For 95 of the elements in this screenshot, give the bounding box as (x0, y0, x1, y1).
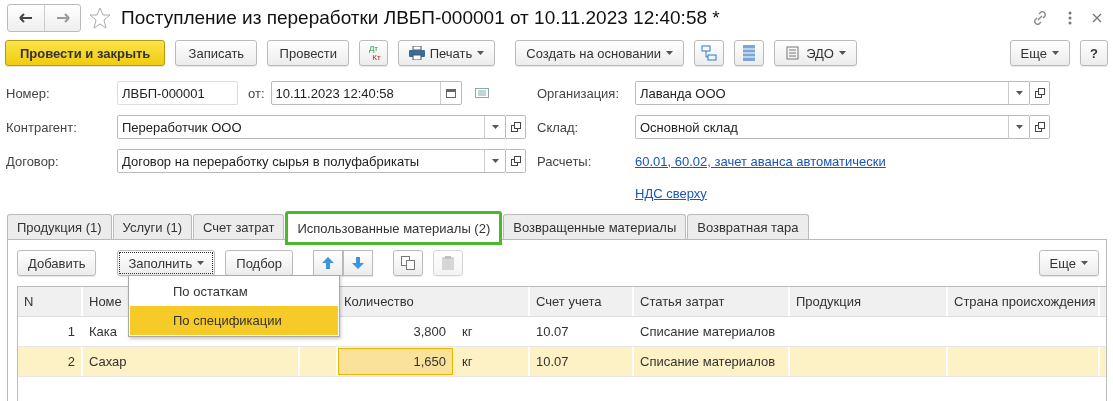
post-and-close-button[interactable]: Провести и закрыть (5, 40, 166, 66)
dtkt-button[interactable]: Дт Кт (359, 40, 388, 66)
tab[interactable]: Счет затрат (193, 214, 285, 239)
column-header[interactable]: Статья затрат (640, 294, 725, 309)
open-button[interactable] (1030, 81, 1050, 105)
more-button[interactable]: Еще (1009, 40, 1070, 66)
open-window-icon (510, 156, 521, 166)
open-window-icon (510, 122, 521, 132)
column-header[interactable]: Страна происхождения (954, 294, 1096, 309)
more-button[interactable]: Еще (1038, 250, 1099, 276)
table-cell: 10.07 (536, 324, 569, 339)
organization-field[interactable]: Лаванда ООО (635, 81, 1030, 105)
save-button[interactable]: Записать (175, 40, 258, 66)
table-cell-text: 3,800 (412, 323, 447, 341)
caret-icon (491, 125, 499, 129)
printer-icon (408, 46, 425, 60)
copy-icon (401, 256, 416, 270)
down-arrow-icon (352, 257, 365, 269)
field-label: Контрагент: (6, 119, 78, 135)
caret-icon (838, 51, 846, 55)
table-cell: 2 (67, 354, 75, 369)
warehouse-field[interactable]: Основной склад (635, 115, 1030, 139)
table-cell: кг (462, 354, 473, 369)
table-cell: Списание материалов (640, 324, 776, 339)
link-icon[interactable] (1032, 10, 1048, 26)
tab[interactable]: Использованные материалы (2) (285, 211, 503, 245)
column-header[interactable]: N (24, 294, 34, 309)
table-cell: Кака (89, 324, 117, 339)
counterparty-field[interactable]: Переработчик ООО (117, 115, 506, 139)
caret-icon (1015, 125, 1023, 129)
comment-icon[interactable] (474, 88, 489, 98)
field-label: Склад: (537, 119, 580, 135)
open-button[interactable] (506, 115, 526, 139)
table-cell: Списание материалов (640, 354, 776, 369)
column-header[interactable]: Продукция (796, 294, 862, 309)
open-button[interactable] (1030, 115, 1050, 139)
tab[interactable]: Возвратная тара (687, 214, 809, 239)
list-icon (743, 45, 756, 61)
caret-icon (1052, 51, 1059, 55)
field-label: от: (248, 85, 265, 101)
column-header[interactable]: Счет учета (536, 294, 602, 309)
help-button[interactable]: ? (1080, 40, 1108, 66)
document-icon (785, 46, 802, 60)
contract-field[interactable]: Договор на переработку сырья в полуфабрикаты (117, 149, 506, 173)
up-arrow-icon (322, 257, 335, 269)
date-field[interactable]: 10.11.2023 12:40:58 (270, 81, 462, 105)
more-icon[interactable] (1068, 11, 1072, 25)
caret-icon (666, 51, 674, 55)
post-button[interactable]: Провести (267, 40, 350, 66)
caret-icon (491, 159, 499, 163)
pick-button[interactable]: Подбор (225, 250, 294, 276)
copy-button[interactable] (393, 250, 424, 276)
left-arrow-icon (19, 13, 33, 23)
create-based-on-button[interactable]: Создать на основании (515, 40, 685, 66)
move-down-button[interactable] (343, 250, 374, 276)
field-label: Договор: (6, 153, 60, 169)
open-window-icon (1034, 88, 1045, 98)
table-cell: Сахар (89, 354, 127, 369)
tab[interactable]: Услуги (1) (112, 214, 193, 239)
vat-link[interactable]: НДС сверху (635, 185, 707, 201)
open-button[interactable] (506, 149, 526, 173)
menu-item[interactable]: По остаткам (130, 277, 338, 306)
caret-icon (1081, 261, 1088, 265)
field-label: Номер: (6, 85, 51, 101)
column-header[interactable]: Номе (89, 294, 122, 309)
field-label: Расчеты: (537, 153, 593, 169)
table-row[interactable]: 2 Сахар 1,650 кг 10.07 Списание материалов (18, 347, 1106, 377)
table-cell: 1 (67, 324, 75, 339)
caret-icon (1015, 91, 1023, 95)
print-button[interactable]: Печать (397, 40, 496, 66)
star-icon[interactable] (89, 7, 111, 29)
add-button[interactable]: Добавить (17, 250, 97, 276)
hierarchy-icon (701, 45, 718, 61)
right-arrow-icon (55, 13, 70, 23)
field-label: Организация: (537, 85, 621, 101)
open-window-icon (1034, 122, 1045, 132)
calendar-icon[interactable] (445, 88, 456, 98)
window-title: Поступление из переработки ЛВБП-000001 от 10.11.2023 12:40:58 * (121, 7, 720, 29)
close-icon[interactable] (1092, 13, 1102, 23)
tab[interactable]: Продукция (1) (7, 214, 112, 239)
column-header[interactable]: Количество (344, 294, 414, 309)
table-cell: 1,650 (338, 348, 453, 375)
fill-button[interactable]: Заполнить (117, 250, 216, 276)
list-button[interactable] (734, 40, 765, 66)
settlements-link[interactable]: 60.01, 60.02, зачет аванса автоматически (635, 153, 886, 169)
clipboard-icon (442, 256, 455, 270)
table-cell: кг (462, 324, 473, 339)
number-field[interactable]: ЛВБП-000001 (117, 81, 238, 105)
tab[interactable]: Возвращенные материалы (503, 214, 687, 239)
table-cell: 10.07 (536, 354, 569, 369)
menu-item[interactable]: По спецификации (130, 306, 338, 335)
edo-button[interactable]: ЭДО (774, 40, 857, 66)
move-up-button[interactable] (313, 250, 344, 276)
caret-icon (477, 51, 485, 55)
caret-icon (197, 261, 205, 265)
